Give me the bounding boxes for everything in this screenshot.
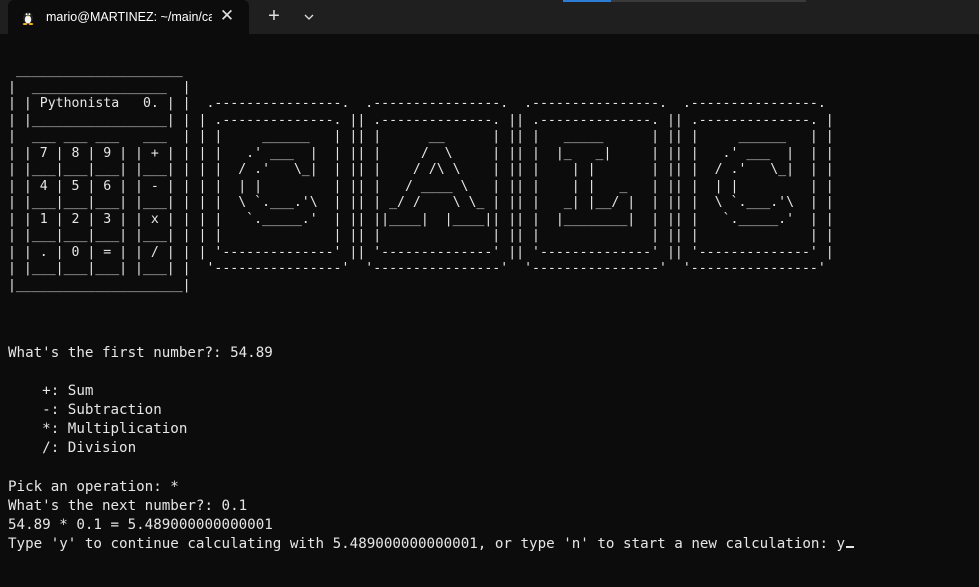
title-bar: mario@MARTINEZ: ~/main/ca ✕ + <box>0 0 979 34</box>
output-line: /: Division <box>8 440 137 457</box>
output-line: What's the first number?: 54.89 <box>8 345 273 361</box>
new-tab-button[interactable]: + <box>262 5 286 29</box>
accent-strip-secondary <box>611 0 806 2</box>
accent-strip <box>563 0 611 2</box>
input-prompt[interactable]: Type 'y' to continue calculating with 5.… <box>8 536 845 552</box>
tab-terminal[interactable]: mario@MARTINEZ: ~/main/ca ✕ <box>8 0 249 34</box>
text-cursor <box>846 545 855 548</box>
calculator-ascii-banner: _____________________ | ________________… <box>8 63 834 293</box>
output-line: +: Sum <box>8 383 94 400</box>
chevron-down-icon[interactable] <box>298 7 320 27</box>
output-line: *: Multiplication <box>8 421 188 438</box>
terminal-output[interactable]: _____________________ | ________________… <box>0 34 979 587</box>
linux-tux-icon <box>20 9 36 25</box>
output-line: What's the next number?: 0.1 <box>8 497 248 514</box>
output-line: Pick an operation: * <box>8 478 179 495</box>
close-icon[interactable]: ✕ <box>219 7 235 24</box>
terminal-session-text: What's the first number?: 54.89 +: Sum -… <box>8 344 855 554</box>
output-line: 54.89 * 0.1 = 5.489000000000001 <box>8 516 273 533</box>
tab-title: mario@MARTINEZ: ~/main/ca <box>46 10 212 24</box>
output-line: -: Subtraction <box>8 402 162 419</box>
